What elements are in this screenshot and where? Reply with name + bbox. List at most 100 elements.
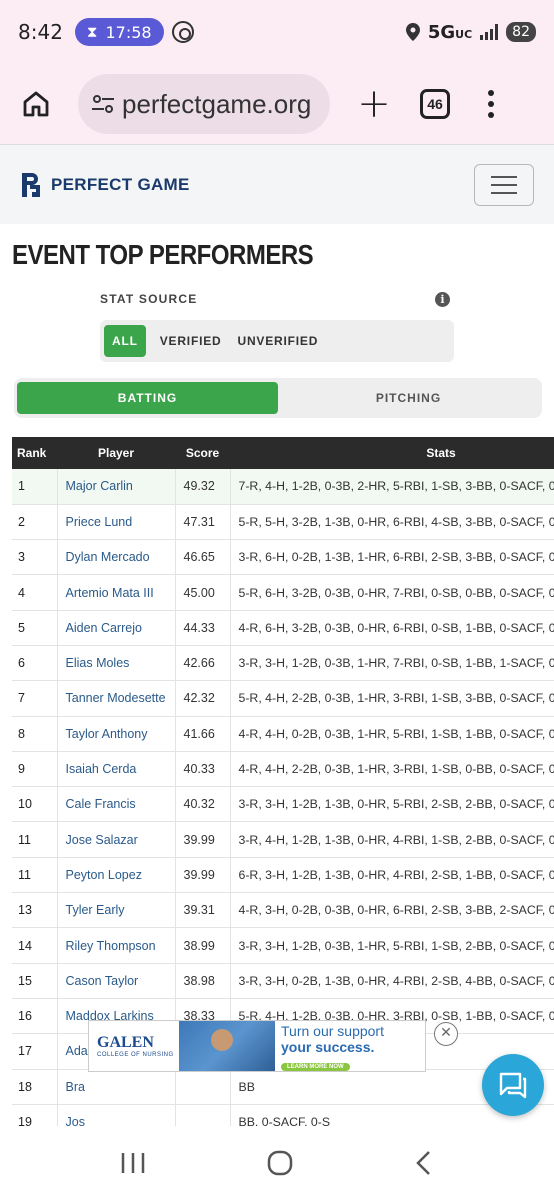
stats-cell: 3-R, 3-H, 1-2B, 0-3B, 1-HR, 5-RBI, 1-SB,…: [230, 927, 554, 964]
tab-batting[interactable]: BATTING: [17, 382, 278, 414]
rank-cell: 2: [12, 504, 58, 541]
site-header: PERFECT GAME: [0, 144, 554, 224]
ad-close-icon[interactable]: ✕: [434, 1022, 458, 1046]
brand-name[interactable]: PERFECT GAME: [51, 175, 190, 195]
ad-banner[interactable]: GALEN COLLEGE OF NURSING Turn our suppor…: [88, 1020, 426, 1072]
stats-cell: 4-R, 4-H, 2-2B, 0-3B, 1-HR, 3-RBI, 1-SB,…: [230, 751, 554, 788]
stats-cell: 3-R, 4-H, 1-2B, 1-3B, 0-HR, 4-RBI, 1-SB,…: [230, 821, 554, 858]
rank-cell: 1: [12, 469, 58, 505]
info-icon[interactable]: i: [435, 292, 450, 307]
ad-photo: [179, 1021, 275, 1071]
perfect-game-logo-icon[interactable]: [20, 171, 42, 199]
player-link[interactable]: Taylor Anthony: [57, 716, 176, 752]
table-row: 14 Riley Thompson 38.99 3-R, 3-H, 1-2B, 0-3…: [12, 927, 554, 964]
table-row: 13 Tyler Early 39.31 4-R, 3-H, 0-2B, 0-3B, …: [12, 892, 554, 929]
rank-cell: 4: [12, 574, 58, 611]
score-cell: 46.65: [175, 539, 231, 576]
table-row: 5 Aiden Carrejo 44.33 4-R, 6-H, 3-2B, 0-3B,…: [12, 610, 554, 646]
player-link[interactable]: Priece Lund: [57, 504, 176, 541]
source-option-all[interactable]: ALL: [104, 325, 146, 357]
new-tab-button[interactable]: +: [354, 84, 394, 124]
tab-switcher-button[interactable]: 46: [420, 89, 450, 119]
table-row: 11 Jose Salazar 39.99 3-R, 4-H, 1-2B, 1-3B,…: [12, 821, 554, 858]
recent-apps-icon[interactable]: [118, 1149, 148, 1177]
player-link[interactable]: Isaiah Cerda: [57, 751, 176, 788]
timer-pill[interactable]: ⧗ 17:58: [74, 18, 164, 46]
stat-source-label: STAT SOURCE: [100, 292, 198, 306]
score-cell: 42.66: [175, 645, 231, 682]
player-link[interactable]: Elias Moles: [57, 645, 176, 682]
column-header-rank[interactable]: Rank: [12, 437, 57, 469]
ad-logo: GALEN COLLEGE OF NURSING: [89, 1021, 179, 1071]
browser-menu-icon[interactable]: [488, 90, 494, 118]
player-link[interactable]: Riley Thompson: [57, 927, 176, 964]
score-cell: 47.31: [175, 504, 231, 541]
chat-icon: [499, 1072, 527, 1099]
player-link[interactable]: Cale Francis: [57, 786, 176, 823]
table-row: 7 Tanner Modesette 42.32 5-R, 4-H, 2-2B, 0-…: [12, 680, 554, 717]
source-option-verified[interactable]: VERIFIED: [152, 325, 230, 357]
stat-type-tabs: BATTING PITCHING: [14, 378, 542, 418]
stats-cell: 3-R, 3-H, 1-2B, 0-3B, 1-HR, 7-RBI, 0-SB,…: [230, 645, 554, 682]
stats-cell: 7-R, 4-H, 1-2B, 0-3B, 2-HR, 5-RBI, 1-SB,…: [230, 469, 554, 505]
score-cell: 49.32: [175, 469, 231, 505]
rank-cell: 8: [12, 716, 58, 752]
stats-cell: 5-R, 5-H, 3-2B, 1-3B, 0-HR, 6-RBI, 4-SB,…: [230, 504, 554, 541]
table-row: 18 Bra BB: [12, 1069, 554, 1105]
ad-copy: Turn our support your success. LEARN MOR…: [275, 1021, 425, 1071]
signal-icon: [480, 24, 499, 40]
column-header-player[interactable]: Player: [57, 437, 175, 469]
score-cell: [175, 1069, 231, 1105]
player-link[interactable]: Dylan Mercado: [57, 539, 176, 576]
table-row: 2 Priece Lund 47.31 5-R, 5-H, 3-2B, 1-3B, 0…: [12, 504, 554, 541]
player-link[interactable]: Artemio Mata III: [57, 574, 176, 611]
player-link[interactable]: Aiden Carrejo: [57, 610, 176, 646]
stat-source-toggle: ALL VERIFIED UNVERIFIED: [100, 320, 454, 362]
status-time: 8:42: [18, 20, 63, 44]
table-row: 4 Artemio Mata III 45.00 5-R, 6-H, 3-2B, 0-…: [12, 574, 554, 611]
home-nav-icon[interactable]: [265, 1148, 295, 1178]
rank-cell: 13: [12, 892, 58, 929]
stats-cell: 5-R, 6-H, 3-2B, 0-3B, 0-HR, 7-RBI, 0-SB,…: [230, 574, 554, 611]
hamburger-menu-button[interactable]: [474, 163, 534, 206]
score-cell: 45.00: [175, 574, 231, 611]
rank-cell: 17: [12, 1033, 58, 1070]
location-icon: [405, 23, 420, 41]
back-icon[interactable]: [412, 1148, 436, 1178]
rank-cell: 6: [12, 645, 58, 682]
player-link[interactable]: Peyton Lopez: [57, 857, 176, 894]
tab-pitching[interactable]: PITCHING: [278, 382, 539, 414]
home-button[interactable]: [16, 84, 56, 124]
rank-cell: 19: [12, 1104, 58, 1127]
column-header-stats: Stats: [230, 437, 554, 469]
column-header-score[interactable]: Score: [175, 437, 230, 469]
score-cell: 40.32: [175, 786, 231, 823]
score-cell: 42.32: [175, 680, 231, 717]
rank-cell: 10: [12, 786, 58, 823]
source-option-unverified[interactable]: UNVERIFIED: [229, 325, 326, 357]
status-bar: 8:42 ⧗ 17:58 5GUC 82: [0, 0, 554, 64]
table-row: 3 Dylan Mercado 46.65 3-R, 6-H, 0-2B, 1-3B,…: [12, 539, 554, 576]
player-link[interactable]: Jos: [57, 1104, 176, 1127]
chat-button[interactable]: [482, 1054, 544, 1116]
rank-cell: 5: [12, 610, 58, 646]
player-link[interactable]: Cason Taylor: [57, 963, 176, 999]
system-nav-bar: [0, 1126, 554, 1200]
home-icon: [23, 91, 49, 117]
player-link[interactable]: Tanner Modesette: [57, 680, 176, 717]
site-settings-icon[interactable]: [90, 93, 116, 115]
player-link[interactable]: Jose Salazar: [57, 821, 176, 858]
ad-cta-button[interactable]: LEARN MORE NOW: [281, 1063, 350, 1071]
battery-indicator: 82: [506, 22, 536, 42]
score-cell: 38.98: [175, 963, 231, 999]
rank-cell: 14: [12, 927, 58, 964]
ad-brand: GALEN: [97, 1034, 154, 1051]
player-link[interactable]: Bra: [57, 1069, 176, 1105]
score-cell: 41.66: [175, 716, 231, 752]
stats-cell: 4-R, 6-H, 3-2B, 0-3B, 0-HR, 6-RBI, 0-SB,…: [230, 610, 554, 646]
address-bar[interactable]: perfectgame.org: [78, 74, 330, 134]
table-row: 10 Cale Francis 40.32 3-R, 3-H, 1-2B, 1-3B,…: [12, 786, 554, 823]
stats-cell: 3-R, 6-H, 0-2B, 1-3B, 1-HR, 6-RBI, 2-SB,…: [230, 539, 554, 576]
player-link[interactable]: Tyler Early: [57, 892, 176, 929]
player-link[interactable]: Major Carlin: [57, 469, 176, 505]
